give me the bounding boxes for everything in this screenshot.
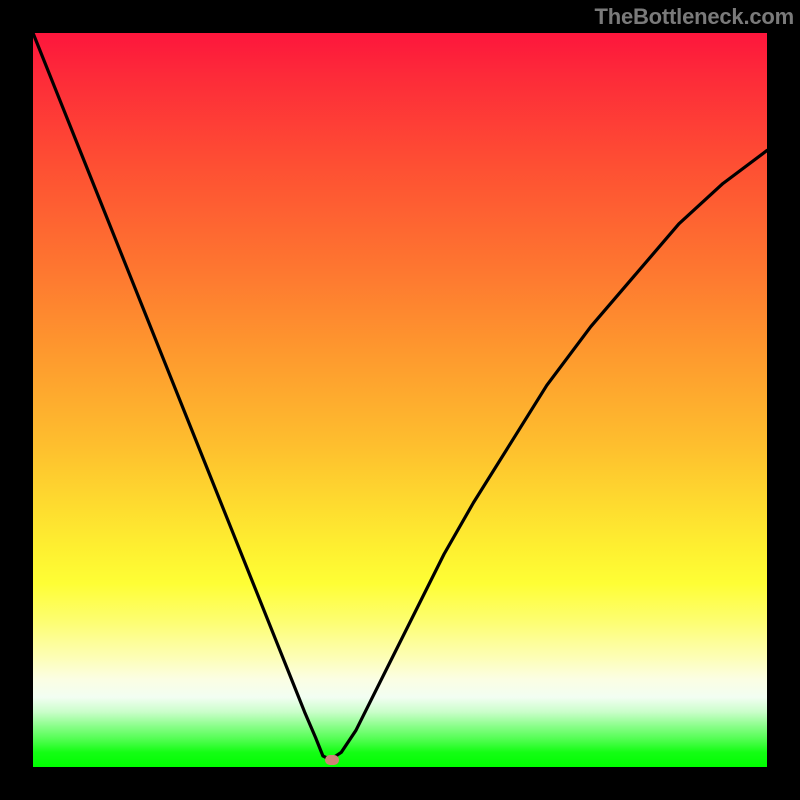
watermark-text: TheBottleneck.com bbox=[594, 4, 794, 30]
optimum-marker bbox=[325, 755, 339, 765]
bottleneck-curve-path bbox=[33, 33, 767, 760]
chart-frame: TheBottleneck.com bbox=[0, 0, 800, 800]
curve-svg bbox=[33, 33, 767, 767]
plot-area bbox=[33, 33, 767, 767]
